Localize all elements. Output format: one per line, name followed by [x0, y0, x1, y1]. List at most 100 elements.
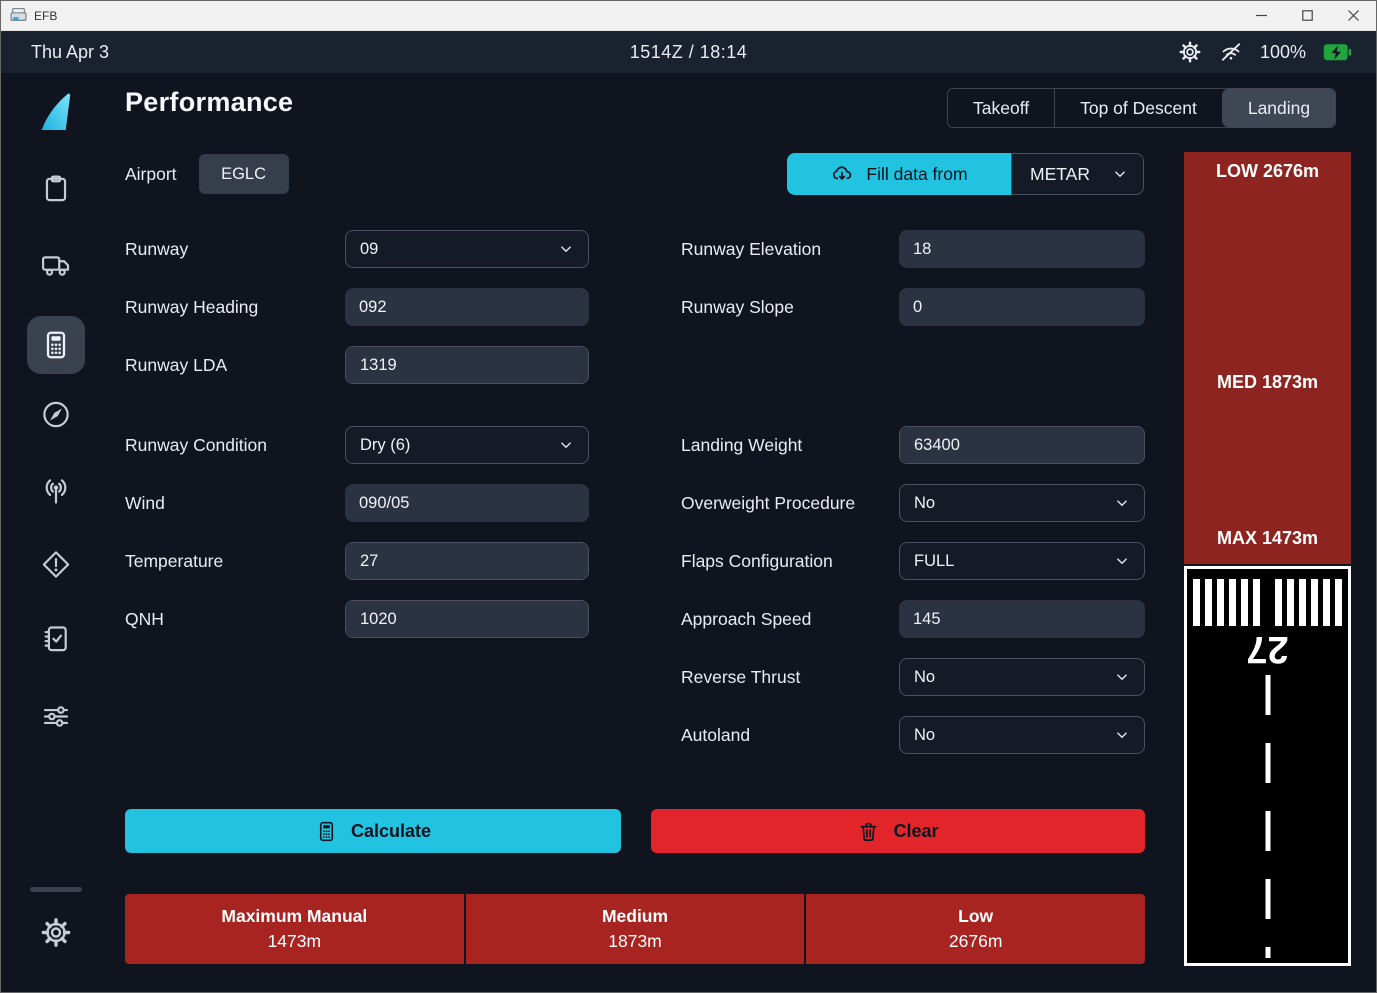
- close-button[interactable]: [1330, 1, 1376, 31]
- autobrake-distance-bar: LOW 2676m MED 1873m MAX 1473m: [1184, 152, 1351, 564]
- runway-designator: 27: [1187, 630, 1348, 668]
- page-title: Performance: [125, 87, 293, 118]
- runway-elevation-label: Runway Elevation: [681, 239, 899, 260]
- compass-icon: [41, 399, 72, 430]
- calculate-button[interactable]: Calculate: [125, 809, 621, 853]
- cloud-download-icon: [830, 162, 854, 186]
- autobrake-med-label: MED 1873m: [1184, 372, 1351, 393]
- form-row-runway-slope: Runway Slope: [681, 288, 1145, 326]
- autoland-select[interactable]: No: [899, 716, 1145, 754]
- form-row-qnh: QNH hPa: [125, 600, 589, 638]
- overweight-procedure-label: Overweight Procedure: [681, 493, 899, 514]
- landing-weight-input[interactable]: [900, 427, 1145, 463]
- result-label: Low: [958, 906, 993, 927]
- form-row-runway-lda: Runway LDA m: [125, 346, 589, 384]
- result-value: 2676m: [949, 931, 1003, 952]
- reverse-thrust-select[interactable]: No: [899, 658, 1145, 696]
- runway-lda-label: Runway LDA: [125, 355, 345, 376]
- fill-source-value: METAR: [1030, 164, 1090, 185]
- form-row-runway-heading: Runway Heading: [125, 288, 589, 326]
- runway-select[interactable]: 09: [345, 230, 589, 268]
- calculator-icon: [40, 329, 72, 361]
- sidebar: [1, 73, 111, 992]
- airport-code-button[interactable]: EGLC: [199, 154, 289, 194]
- result-label: Maximum Manual: [221, 906, 367, 927]
- tab-top-of-descent[interactable]: Top of Descent: [1054, 89, 1222, 127]
- form-row-overweight-procedure: Overweight Procedure No: [681, 484, 1145, 522]
- landing-weight-label: Landing Weight: [681, 435, 899, 456]
- chevron-down-icon: [1113, 552, 1131, 570]
- gear-icon[interactable]: [1178, 40, 1202, 64]
- hazard-icon: [41, 549, 72, 580]
- trash-icon: [857, 820, 880, 843]
- runway-graphic: 27: [1184, 566, 1351, 966]
- clear-label: Clear: [893, 821, 938, 842]
- tab-takeoff[interactable]: Takeoff: [948, 89, 1054, 127]
- fill-data-label: Fill data from: [866, 164, 967, 185]
- runway-elevation-input[interactable]: [899, 230, 1145, 268]
- autoland-label: Autoland: [681, 725, 899, 746]
- form-row-wind: Wind: [125, 484, 589, 522]
- battery-charging-icon: [1323, 43, 1352, 62]
- checklist-icon: [41, 623, 72, 654]
- temperature-input[interactable]: [346, 543, 589, 579]
- form-row-runway-elevation: Runway Elevation: [681, 230, 1145, 268]
- sidebar-item-ground-services[interactable]: [41, 249, 72, 280]
- landing-distance-results: Maximum Manual 1473m Medium 1873m Low 26…: [125, 894, 1145, 964]
- status-icons: 100%: [1178, 40, 1352, 64]
- qnh-input[interactable]: [346, 601, 589, 637]
- sidebar-item-hazards[interactable]: [41, 549, 72, 580]
- form-row-approach-speed: Approach Speed: [681, 600, 1145, 638]
- overweight-procedure-select[interactable]: No: [899, 484, 1145, 522]
- runway-lda-input[interactable]: [346, 347, 589, 383]
- runway-slope-input[interactable]: [899, 288, 1145, 326]
- status-date: Thu Apr 3: [31, 42, 109, 63]
- airport-label: Airport: [125, 164, 177, 185]
- form-row-autoland: Autoland No: [681, 716, 1145, 754]
- form-column-left: Runway 09 Runway Heading Runway LDA m: [125, 230, 589, 658]
- antenna-icon: [41, 476, 72, 507]
- sidebar-item-flightplan[interactable]: [41, 173, 72, 204]
- gear-icon: [40, 916, 73, 949]
- close-icon: [1348, 10, 1359, 21]
- maximize-button[interactable]: [1284, 1, 1330, 31]
- chevron-down-icon: [1113, 494, 1131, 512]
- chevron-down-icon: [557, 240, 575, 258]
- flaps-configuration-label: Flaps Configuration: [681, 551, 899, 572]
- sidebar-item-settings[interactable]: [40, 916, 73, 949]
- minimize-button[interactable]: [1238, 1, 1284, 31]
- flaps-configuration-select[interactable]: FULL: [899, 542, 1145, 580]
- sidebar-item-navigation[interactable]: [41, 399, 72, 430]
- runway-heading-label: Runway Heading: [125, 297, 345, 318]
- runway-slope-label: Runway Slope: [681, 297, 899, 318]
- calculate-label: Calculate: [351, 821, 431, 842]
- status-bar: Thu Apr 3 1514Z / 18:14 100%: [1, 31, 1376, 73]
- wind-input[interactable]: [345, 484, 589, 522]
- sidebar-item-options[interactable]: [41, 701, 72, 732]
- clear-button[interactable]: Clear: [651, 809, 1145, 853]
- runway-centerline: [1265, 675, 1270, 958]
- fill-data-button[interactable]: Fill data from: [787, 153, 1011, 195]
- runway-condition-select[interactable]: Dry (6): [345, 426, 589, 464]
- performance-tabs: Takeoff Top of Descent Landing: [947, 88, 1336, 128]
- reverse-thrust-value: No: [914, 668, 935, 687]
- approach-speed-label: Approach Speed: [681, 609, 899, 630]
- fill-source-select[interactable]: METAR: [1011, 153, 1144, 195]
- app-logo: [38, 91, 74, 133]
- approach-speed-input[interactable]: [899, 600, 1145, 638]
- logo-icon: [38, 91, 74, 133]
- form-row-temperature: Temperature C: [125, 542, 589, 580]
- tab-landing[interactable]: Landing: [1222, 89, 1335, 127]
- sidebar-item-performance-active[interactable]: [27, 316, 85, 374]
- wind-label: Wind: [125, 493, 345, 514]
- result-medium: Medium 1873m: [466, 894, 805, 964]
- runway-heading-input[interactable]: [345, 288, 589, 326]
- sidebar-item-atc[interactable]: [41, 476, 72, 507]
- temperature-label: Temperature: [125, 551, 345, 572]
- wifi-off-icon[interactable]: [1219, 40, 1243, 64]
- runway-threshold-stripes: [1187, 579, 1348, 626]
- form-row-runway-condition: Runway Condition Dry (6): [125, 426, 589, 464]
- app-body: Performance Takeoff Top of Descent Landi…: [1, 73, 1376, 992]
- sidebar-item-checklist[interactable]: [41, 623, 72, 654]
- battery-percentage: 100%: [1260, 42, 1306, 63]
